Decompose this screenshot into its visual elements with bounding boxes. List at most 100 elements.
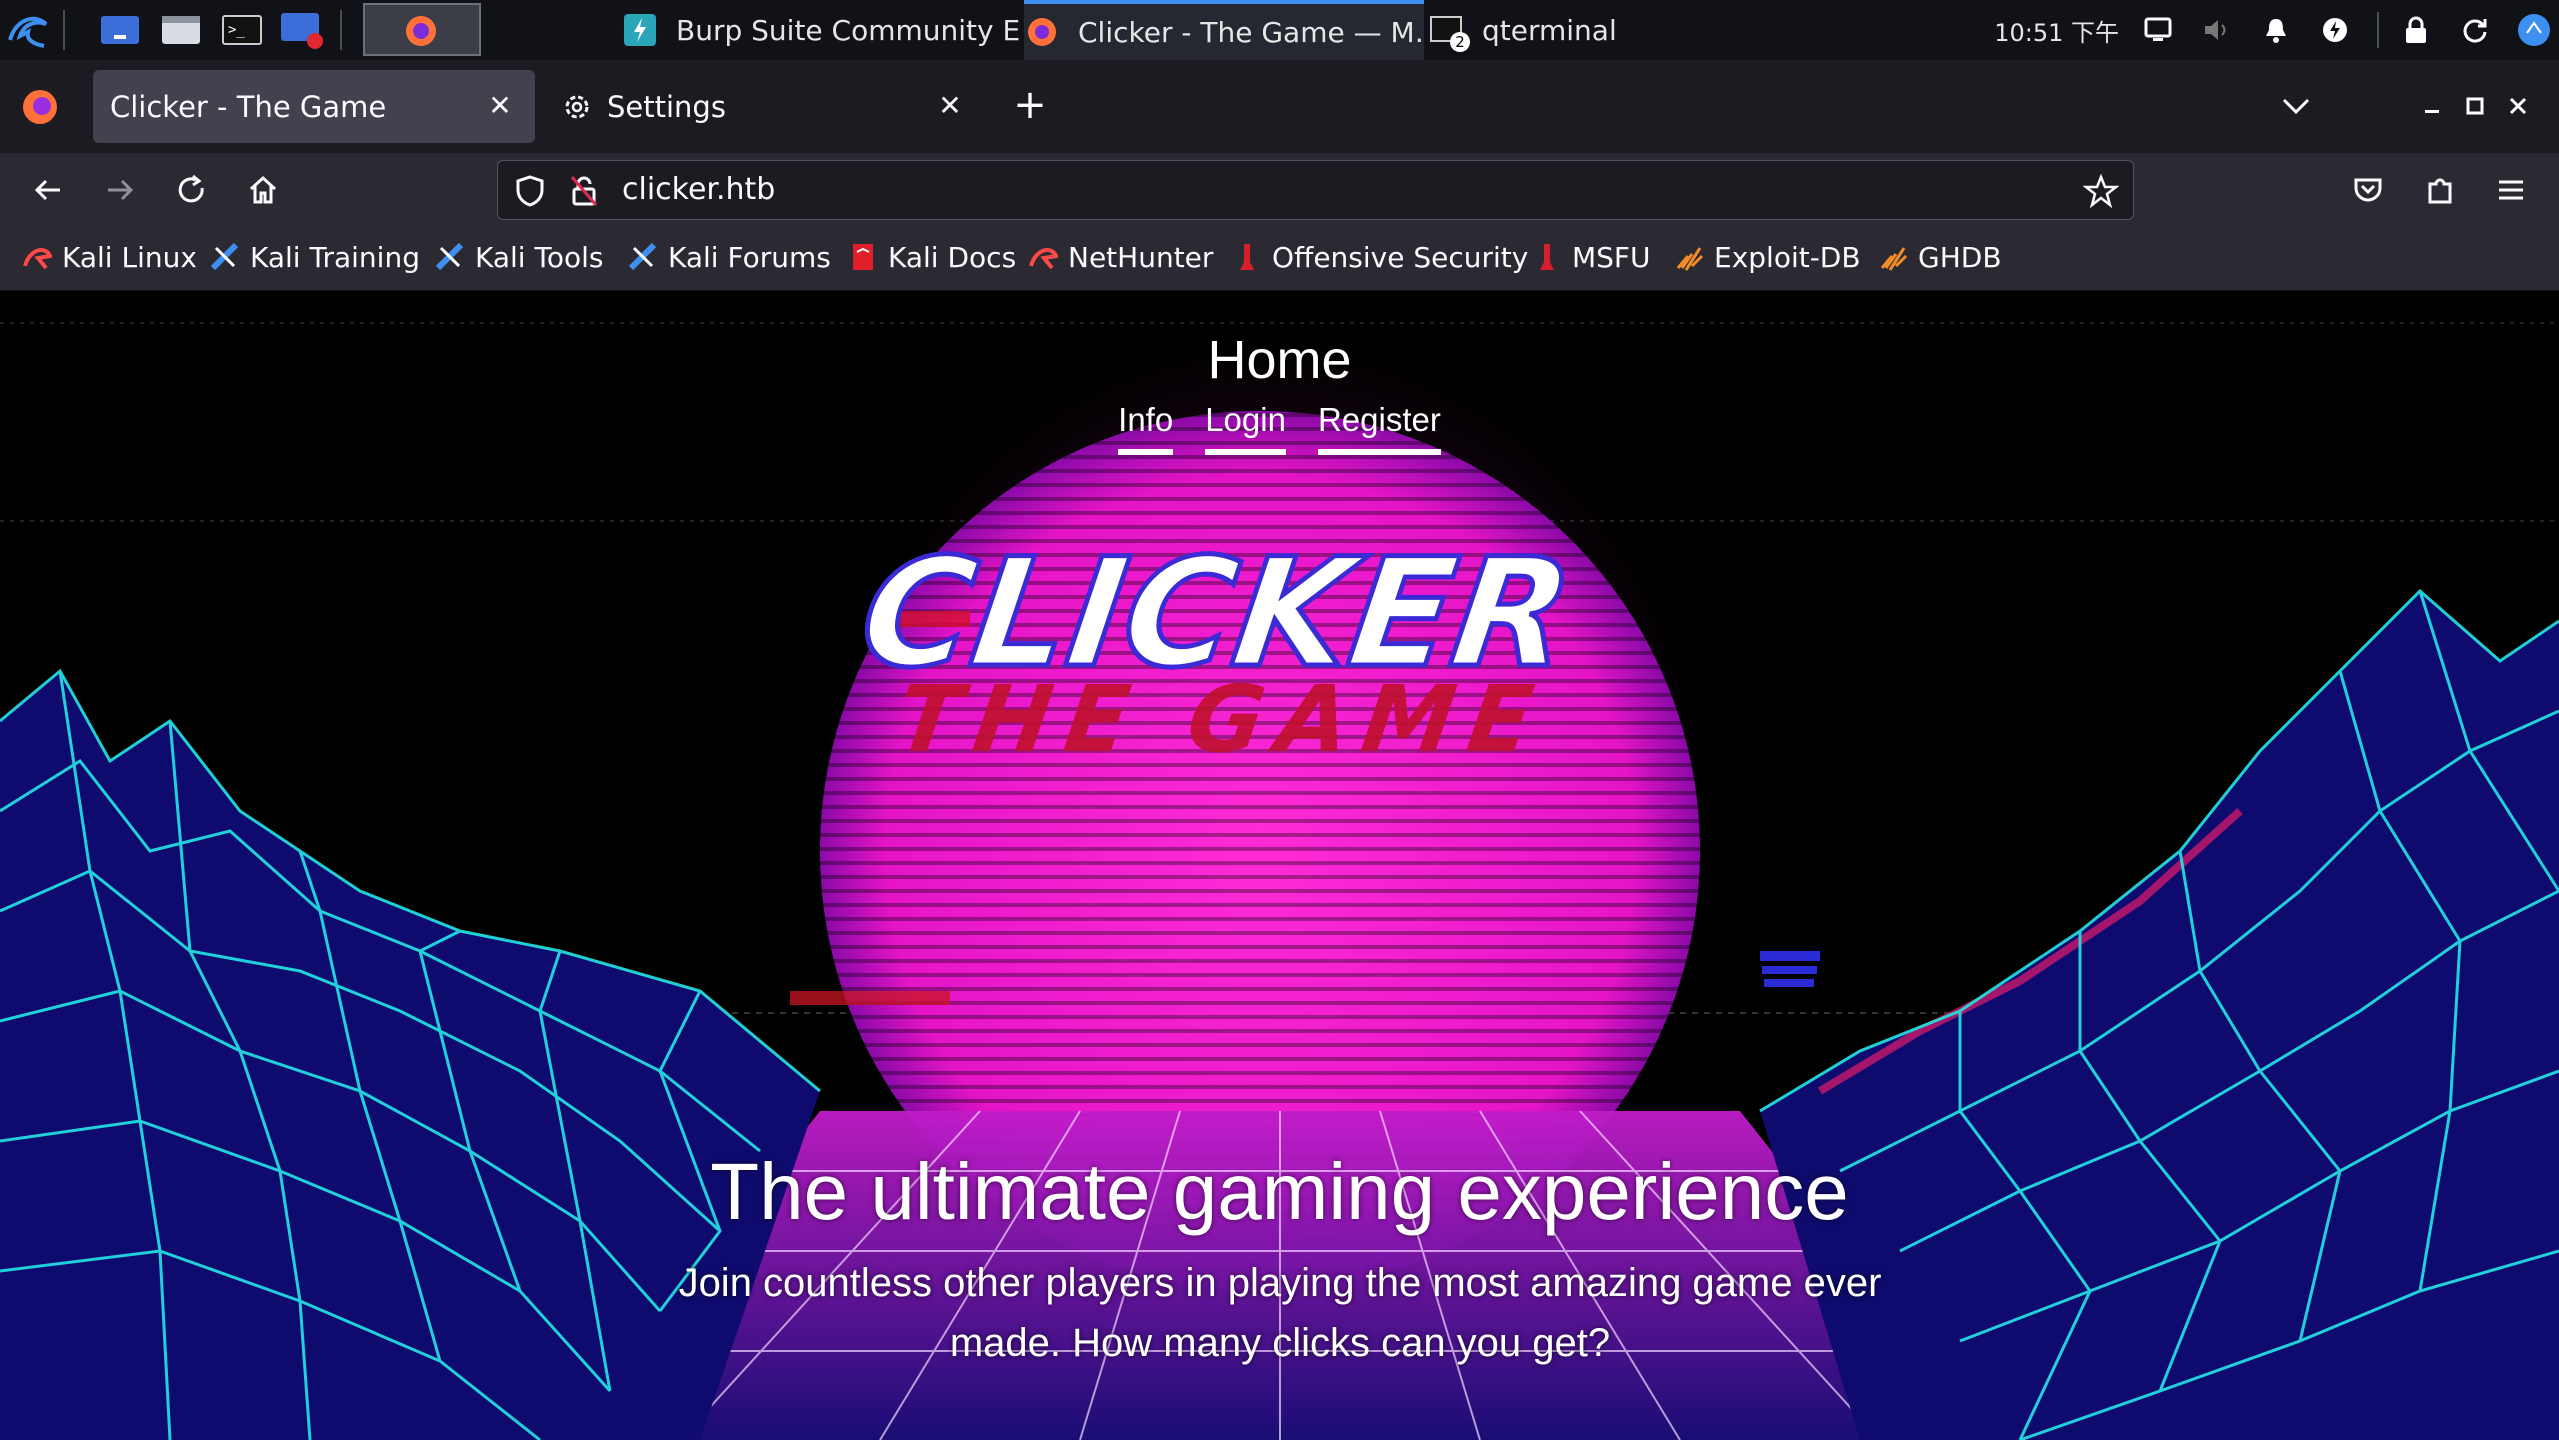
firefox-icon <box>406 16 436 46</box>
web-page: CLICKER THE GAME Home Info Login Registe… <box>0 291 2559 1440</box>
firefox-view-icon[interactable] <box>18 85 62 129</box>
firefox-launcher[interactable] <box>363 3 481 56</box>
nav-link-register[interactable]: Register <box>1317 401 1441 455</box>
taskbar-separator <box>63 10 65 50</box>
clock[interactable]: 10:51 下午 <box>1994 13 2119 48</box>
url-text[interactable]: clicker.htb <box>622 172 775 207</box>
close-tab-icon[interactable]: ✕ <box>933 88 967 122</box>
forward-arrow-icon <box>108 179 134 201</box>
nav-link-info[interactable]: Info <box>1118 401 1174 455</box>
task-label: qterminal <box>1482 13 1617 47</box>
power-manager-icon[interactable] <box>2318 13 2352 47</box>
kali-menu-icon[interactable] <box>4 9 52 51</box>
reload-button[interactable] <box>170 168 214 212</box>
bookmark-label: Offensive Security <box>1272 240 1529 274</box>
task-firefox-clicker[interactable]: Clicker - The Game — M… <box>1024 0 1424 60</box>
tracking-protection-shield-icon[interactable] <box>512 173 548 209</box>
bookmark-kali-docs[interactable]: Kali Docs <box>848 236 1016 278</box>
bookmark-star-icon[interactable] <box>2083 173 2119 209</box>
insecure-lock-icon[interactable] <box>566 173 602 209</box>
close-tab-icon[interactable]: ✕ <box>483 88 517 122</box>
burp-icon <box>622 12 658 48</box>
bookmark-msfu[interactable]: MSFU <box>1532 236 1651 278</box>
bookmark-label: Kali Tools <box>475 240 604 274</box>
user-avatar-icon[interactable] <box>2517 13 2551 47</box>
extensions-button[interactable] <box>2418 168 2462 212</box>
volume-muted-icon[interactable] <box>2200 13 2234 47</box>
app-menu-button[interactable] <box>2489 168 2533 212</box>
bookmark-exploit-db[interactable]: Exploit-DB <box>1674 236 1861 278</box>
pocket-button[interactable] <box>2346 168 2390 212</box>
nethunter-icon <box>1029 248 1058 270</box>
bookmarks-toolbar: Kali Linux Kali Training Kali Tools Kali… <box>0 226 2559 291</box>
bookmark-label: GHDB <box>1918 240 2002 274</box>
taskbar: >_ Burp Suite Community E… Clicker - The… <box>0 0 2559 61</box>
bookmark-kali-tools[interactable]: Kali Tools <box>435 236 603 278</box>
home-button[interactable] <box>241 168 285 212</box>
refresh-session-icon[interactable] <box>2458 13 2492 47</box>
gear-icon <box>565 95 589 118</box>
close-window-icon[interactable] <box>2500 88 2536 124</box>
new-tab-button[interactable]: + <box>1010 85 1050 125</box>
system-tray: 10:51 下午 <box>1994 0 2559 60</box>
site-title: Home <box>1207 330 1352 390</box>
hero-subtitle: Join countless other players in playing … <box>678 1261 1882 1365</box>
tab-settings[interactable]: Settings ✕ <box>545 70 985 143</box>
lock-screen-icon[interactable] <box>2399 13 2433 47</box>
tab-clicker-the-game[interactable]: Clicker - The Game ✕ <box>93 70 535 143</box>
tab-label: Settings <box>607 89 726 124</box>
task-label: Clicker - The Game — M… <box>1078 15 1424 49</box>
tab-label: Clicker - The Game <box>110 89 387 124</box>
kali-training-icon <box>210 242 239 271</box>
terminal-icon[interactable]: >_ <box>219 9 265 51</box>
svg-text:>_: >_ <box>228 22 245 38</box>
show-desktop-icon[interactable] <box>97 9 143 51</box>
list-all-tabs-icon[interactable] <box>2278 88 2314 124</box>
task-burp-suite[interactable]: Burp Suite Community E… <box>622 0 1022 60</box>
taskbar-separator <box>340 10 342 50</box>
bookmark-label: NetHunter <box>1068 240 1214 274</box>
hero-title: The ultimate gaming experience <box>710 1147 1849 1236</box>
task-qterminal[interactable]: 2 qterminal <box>1428 0 1728 60</box>
svg-text:THE GAME: THE GAME <box>890 665 1553 772</box>
firefox-icon <box>1024 14 1060 50</box>
bookmark-label: Kali Forums <box>668 240 831 274</box>
display-icon[interactable] <box>2141 13 2175 47</box>
file-manager-icon[interactable] <box>158 9 204 51</box>
browser-tab-bar: Clicker - The Game ✕ Settings ✕ + <box>0 60 2559 153</box>
exploitdb-icon <box>1880 247 1908 271</box>
kali-tools-icon <box>435 242 464 271</box>
bookmark-label: Exploit-DB <box>1714 240 1861 274</box>
bookmark-label: Kali Linux <box>62 240 197 274</box>
task-label: Burp Suite Community E… <box>676 13 1022 47</box>
maximize-icon[interactable] <box>2457 88 2493 124</box>
bookmark-kali-forums[interactable]: Kali Forums <box>628 236 831 278</box>
bookmark-offensive-security[interactable]: Offensive Security <box>1232 236 1528 278</box>
bookmark-nethunter[interactable]: NetHunter <box>1028 236 1213 278</box>
bookmark-label: Kali Docs <box>888 240 1017 274</box>
bookmark-kali-linux[interactable]: Kali Linux <box>22 236 197 278</box>
kali-dragon-icon <box>23 248 52 270</box>
minimize-icon[interactable] <box>2414 88 2450 124</box>
kali-forums-icon <box>628 242 657 271</box>
url-bar[interactable]: clicker.htb <box>497 160 2134 220</box>
back-button[interactable] <box>26 168 70 212</box>
home-icon <box>249 175 277 204</box>
navigation-toolbar: clicker.htb <box>0 153 2559 226</box>
bookmark-kali-training[interactable]: Kali Training <box>210 236 420 278</box>
forward-button[interactable] <box>98 168 142 212</box>
pocket-icon <box>2354 178 2382 202</box>
bookmark-ghdb[interactable]: GHDB <box>1878 236 2002 278</box>
hamburger-menu-icon <box>2499 180 2523 200</box>
screen-recorder-icon[interactable] <box>278 9 328 51</box>
terminal-icon: 2 <box>1428 12 1470 52</box>
nav-link-login[interactable]: Login <box>1205 401 1286 455</box>
window-count-badge: 2 <box>1450 32 1470 52</box>
bookmark-label: MSFU <box>1572 240 1651 274</box>
site-nav: Info Login Register <box>0 401 2559 455</box>
notifications-bell-icon[interactable] <box>2259 13 2293 47</box>
clicker-logo: CLICKER THE GAME <box>849 523 1584 773</box>
bookmark-label: Kali Training <box>250 240 420 274</box>
tray-separator <box>2377 12 2379 48</box>
exploitdb-icon <box>1676 247 1704 271</box>
